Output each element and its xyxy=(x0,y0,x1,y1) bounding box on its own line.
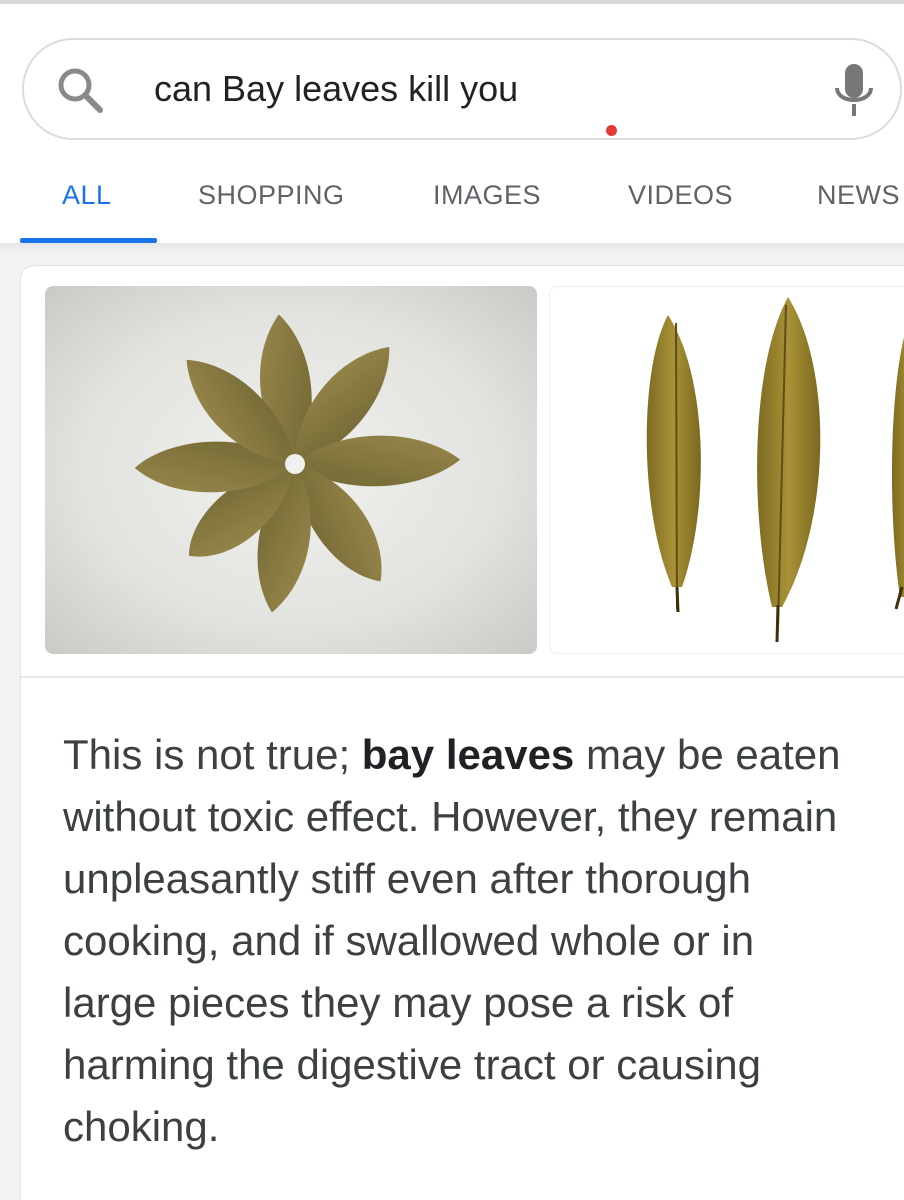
search-input[interactable]: can Bay leaves kill you xyxy=(154,68,518,110)
snippet-text-before: This is not true; xyxy=(63,731,362,778)
snippet-text-after: may be eaten without toxic effect. Howev… xyxy=(63,731,841,1150)
tab-shopping[interactable]: SHOPPING xyxy=(198,180,345,211)
bay-leaves-image-2[interactable] xyxy=(549,286,904,654)
tab-news[interactable]: NEWS xyxy=(817,180,900,211)
search-icon[interactable] xyxy=(52,62,112,122)
tab-images[interactable]: IMAGES xyxy=(433,180,541,211)
tab-all[interactable]: ALL xyxy=(62,180,112,211)
search-bar[interactable]: can Bay leaves kill you xyxy=(22,38,902,140)
card-divider xyxy=(21,676,904,678)
tabs-shadow xyxy=(0,243,904,255)
bay-leaves-flower-illustration xyxy=(134,314,461,613)
search-tabs: ALL SHOPPING IMAGES VIDEOS NEWS xyxy=(0,160,904,244)
snippet-highlight: bay leaves xyxy=(361,731,575,778)
tab-videos[interactable]: VIDEOS xyxy=(628,180,733,211)
status-divider xyxy=(0,0,904,4)
featured-snippet-card: This is not true; bay leaves may be eate… xyxy=(20,265,904,1200)
bay-leaves-pair-illustration xyxy=(646,297,904,643)
bay-leaves-image-1[interactable] xyxy=(45,286,537,654)
microphone-icon[interactable] xyxy=(829,60,879,124)
red-dot-indicator xyxy=(606,125,617,136)
snippet-text: This is not true; bay leaves may be eate… xyxy=(63,724,843,1158)
